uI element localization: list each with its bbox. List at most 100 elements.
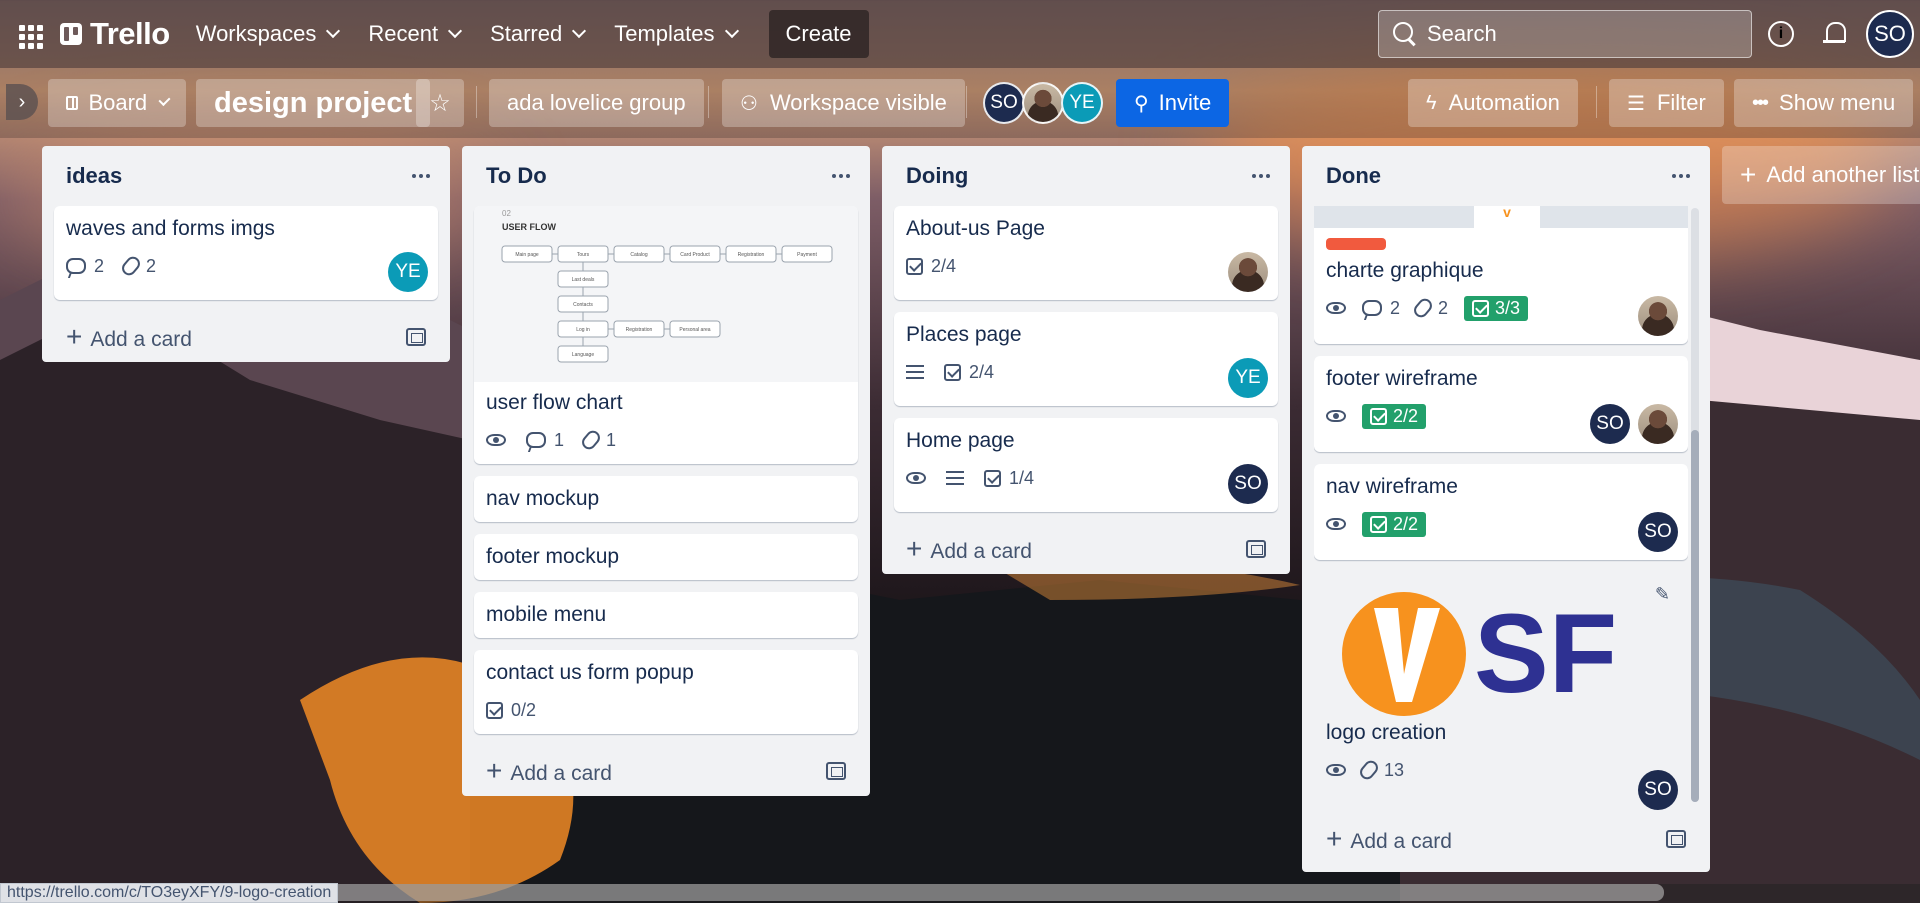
add-person-icon: ⚲ [1134,92,1149,115]
card-template-icon[interactable] [1246,540,1266,558]
card-member-avatar[interactable] [1638,296,1678,336]
attachment-icon [119,253,143,279]
card-member-avatar[interactable] [1228,252,1268,292]
checklist-icon [1370,407,1387,425]
add-list-button[interactable]: + Add another list [1722,146,1920,204]
invite-button[interactable]: ⚲ Invite [1116,79,1230,127]
card-title: charte graphique [1326,259,1484,282]
create-button[interactable]: Create [768,10,869,58]
card[interactable]: nav mockup [474,476,858,522]
search-icon [1393,22,1413,42]
card[interactable]: v charte graphique 2 2 3/3 [1314,206,1688,344]
watch-icon [1326,410,1346,422]
watch-icon [1326,764,1346,776]
filter-button[interactable]: ☰ Filter [1609,79,1724,127]
trello-logo[interactable]: Trello [60,16,170,52]
checklist-icon [944,363,961,381]
edit-pencil-icon[interactable]: ✎ [1655,584,1670,605]
list-actions-icon[interactable] [1252,174,1270,178]
watch-icon [1326,518,1346,530]
checklist-complete-badge: 2/2 [1362,403,1427,429]
card[interactable]: footer mockup [474,534,858,580]
card-title: nav mockup [486,487,600,510]
flow-node: Registration [626,327,653,333]
member-avatar-ye[interactable]: YE [1061,82,1103,124]
app-switcher-icon[interactable] [14,19,44,49]
flow-heading: USER FLOW [502,222,557,232]
board-view-switcher[interactable]: Board [48,79,186,127]
list-title[interactable]: Done [1326,163,1381,189]
member-avatar-photo[interactable] [1022,82,1064,124]
description-icon [946,471,964,485]
list-cards-scroll[interactable]: v charte graphique 2 2 3/3 footer wirefr… [1314,206,1688,810]
card[interactable]: nav wireframe 2/2 SO [1314,464,1688,560]
add-card-button[interactable]: + Add a card [474,746,858,796]
visibility-button[interactable]: ⚇ Workspace visible [722,79,965,127]
card[interactable]: Places page 2/4 YE [894,312,1278,406]
workspace-button[interactable]: ada lovelice group [489,79,704,127]
card-member-avatar[interactable]: YE [388,252,428,292]
star-icon[interactable]: ☆ [416,79,464,127]
list-title[interactable]: Doing [906,163,968,189]
show-menu-button[interactable]: ••• Show menu [1734,79,1914,127]
board-title[interactable]: design project [196,79,431,127]
lightning-icon: ϟ [1426,91,1437,114]
card-member-avatar[interactable]: SO [1638,512,1678,552]
card-member-avatar[interactable]: SO [1228,464,1268,504]
list-actions-icon[interactable] [832,174,850,178]
account-avatar[interactable]: SO [1866,10,1914,58]
card-template-icon[interactable] [406,328,426,346]
flow-node: Log in [576,327,590,333]
flow-node: Registration [738,252,765,258]
flow-node: Tours [577,252,590,258]
chevron-down-icon [326,23,341,39]
flow-node: Personal area [679,327,710,333]
search-input[interactable]: Search [1378,10,1752,58]
card-member-avatar[interactable]: SO [1638,770,1678,810]
card-member-avatar[interactable] [1638,404,1678,444]
info-icon[interactable]: i [1768,21,1794,47]
card-template-icon[interactable] [826,762,846,780]
add-card-button[interactable]: + Add a card [54,312,438,362]
card[interactable]: About-us Page 2/4 [894,206,1278,300]
card-member-avatar[interactable]: SO [1590,404,1630,444]
list-actions-icon[interactable] [412,174,430,178]
nav-templates[interactable]: Templates [602,12,748,56]
list-title[interactable]: ideas [66,163,122,189]
automation-button[interactable]: ϟ Automation [1408,79,1578,127]
checklist-icon [1370,515,1387,533]
card-title: About-us Page [906,217,1045,240]
card[interactable]: contact us form popup 0/2 [474,650,858,734]
card-label-red[interactable] [1326,238,1386,250]
description-icon [906,365,924,379]
member-avatar-so[interactable]: SO [983,82,1025,124]
comment-icon [526,432,546,448]
list-scrollbar-thumb[interactable] [1691,430,1699,802]
card-member-avatar[interactable]: YE [1228,358,1268,398]
card[interactable]: 02 USER FLOW Main page Tours Catalog Car… [474,206,858,464]
watch-icon [906,472,926,484]
card[interactable]: mobile menu [474,592,858,638]
list-title[interactable]: To Do [486,163,547,189]
filter-icon: ☰ [1627,92,1645,115]
card-template-icon[interactable] [1666,830,1686,848]
notifications-bell-icon[interactable] [1822,20,1848,48]
add-card-button[interactable]: + Add a card [1314,814,1698,864]
card[interactable]: Home page 1/4 SO [894,418,1278,512]
nav-workspaces[interactable]: Workspaces [184,12,351,56]
checklist-icon [906,257,923,275]
more-icon: ••• [1752,91,1769,114]
add-card-button[interactable]: + Add a card [894,524,1278,574]
trello-logo-icon [60,23,82,45]
card[interactable]: footer wireframe 2/2 SO [1314,356,1688,452]
nav-recent[interactable]: Recent [356,12,472,56]
list-actions-icon[interactable] [1672,174,1690,178]
attachment-icon [1357,757,1381,783]
list-ideas: ideas waves and forms imgs 2 2 YE + Add a… [42,146,450,362]
flow-node: Card Product [680,252,710,258]
logo-text: SF [1474,591,1617,716]
nav-starred[interactable]: Starred [478,12,596,56]
card[interactable]: SF ✎ logo creation 13 SO [1314,572,1688,810]
card[interactable]: waves and forms imgs 2 2 YE [54,206,438,300]
status-url: https://trello.com/c/TO3eyXFY/9-logo-cre… [0,883,339,903]
